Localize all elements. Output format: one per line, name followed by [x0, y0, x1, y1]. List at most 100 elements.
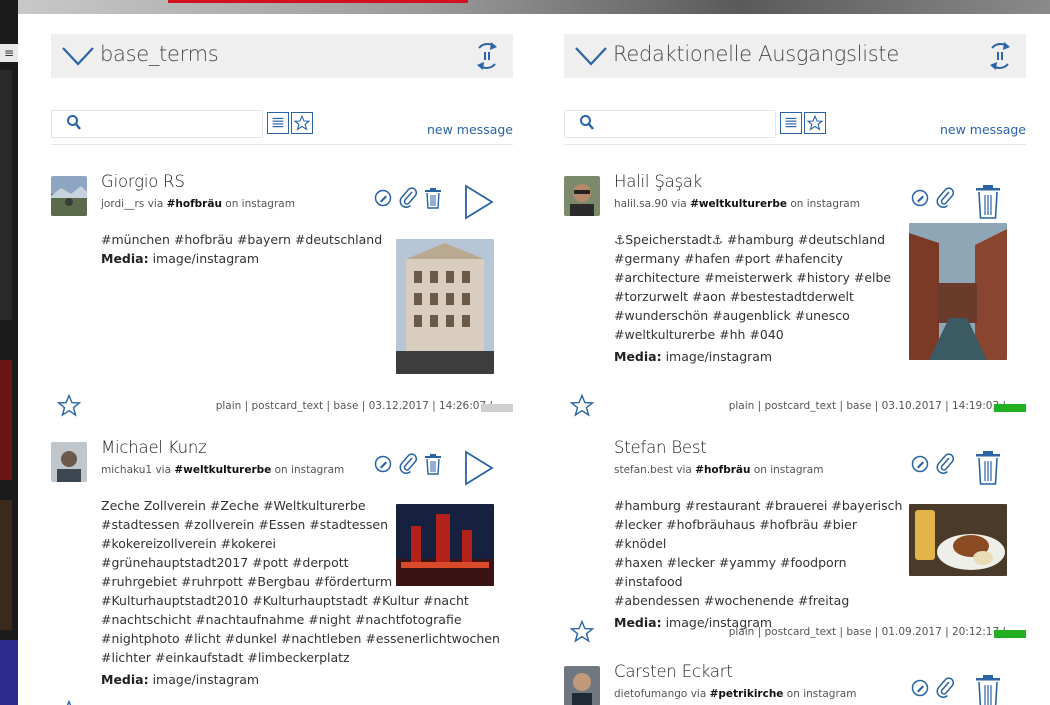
platform-label: on instagram — [786, 688, 857, 700]
attachment-icon[interactable] — [935, 453, 955, 475]
new-message-link[interactable]: new message — [940, 122, 1026, 137]
author-name[interactable]: Carsten Eckart — [614, 662, 733, 681]
background-image-fragment — [0, 500, 12, 630]
trash-icon[interactable] — [975, 450, 1001, 486]
author-handle[interactable]: dietofumango — [614, 688, 687, 700]
post-text-line: #weltkulturerbe #hh #040 — [614, 327, 784, 342]
post-card: Giorgio RS jordi__rs via #hofbräu on ins… — [51, 172, 513, 417]
avatar — [51, 176, 87, 216]
new-message-link[interactable]: new message — [427, 122, 513, 137]
author-source: michaku1 via #weltkulturerbe on instagra… — [101, 464, 344, 476]
via-label: via — [147, 198, 164, 210]
play-send-icon[interactable] — [464, 450, 494, 486]
search-icon[interactable] — [579, 114, 595, 132]
trash-icon[interactable] — [424, 453, 442, 475]
search-input[interactable] — [88, 113, 257, 135]
attachment-icon[interactable] — [398, 453, 418, 475]
edit-icon[interactable] — [910, 188, 930, 208]
via-label: via — [671, 198, 687, 210]
column-title: Redaktionelle Ausgangsliste — [613, 42, 899, 66]
post-text-line: #wunderschön #augenblick #unesco — [614, 308, 850, 323]
post-text: #münchen #hofbräu #bayern #deutschland M… — [101, 230, 391, 268]
edit-icon[interactable] — [910, 454, 930, 474]
author-source: jordi__rs via #hofbräu on instagram — [101, 198, 295, 210]
author-handle[interactable]: halil.sa.90 — [614, 198, 668, 210]
post-text-line: #haxen #lecker #yammy #foodporn #instafo… — [614, 555, 847, 589]
post-text-line: #nachtschicht #nachtaufnahme #night #nac… — [101, 612, 462, 627]
hamburger-menu-icon[interactable]: ≡ — [0, 44, 18, 62]
post-text-line: #germany #hafen #port #hafencity — [614, 251, 843, 266]
favorites-view-icon[interactable] — [804, 112, 826, 134]
author-name[interactable]: Giorgio RS — [101, 172, 185, 191]
post-text-line: #abendessen #wochenende #freitag — [614, 593, 850, 608]
attachment-icon[interactable] — [935, 187, 955, 209]
post-text: #hamburg #restaurant #brauerei #bayerisc… — [614, 496, 904, 632]
platform-label: on instagram — [790, 198, 860, 210]
edit-icon[interactable] — [373, 454, 393, 474]
star-icon[interactable] — [57, 700, 81, 705]
play-send-icon[interactable] — [464, 184, 494, 220]
post-image[interactable] — [909, 504, 1007, 576]
view-toggle-group — [780, 112, 828, 136]
search-icon[interactable] — [66, 114, 82, 132]
column-header: base_terms — [51, 34, 513, 78]
attachment-icon[interactable] — [935, 677, 955, 699]
source-hashtag[interactable]: #hofbräu — [167, 198, 222, 210]
post-image[interactable] — [396, 504, 494, 586]
star-icon[interactable] — [570, 620, 594, 644]
search-input[interactable] — [601, 113, 770, 135]
source-hashtag[interactable]: #petrikirche — [710, 688, 784, 700]
card-actions — [910, 666, 1001, 705]
stream-column-redaktionelle-ausgangsliste: Redaktionelle Ausgangsliste new message … — [564, 14, 1026, 705]
platform-label: on instagram — [225, 198, 295, 210]
trash-icon[interactable] — [975, 184, 1001, 220]
author-source: halil.sa.90 via #weltkulturerbe on insta… — [614, 198, 860, 210]
chevron-down-icon[interactable] — [574, 44, 608, 68]
author-name[interactable]: Halil Şaşak — [614, 172, 702, 191]
via-label: via — [676, 464, 692, 476]
post-text-line: #nightphoto #licht #dunkel #nachtleben #… — [101, 631, 500, 646]
avatar — [51, 442, 87, 482]
author-name[interactable]: Michael Kunz — [101, 438, 207, 457]
edit-icon[interactable] — [910, 678, 930, 698]
trash-icon[interactable] — [424, 187, 442, 209]
post-image[interactable] — [396, 239, 494, 374]
author-source: dietofumango via #petrikirche on instagr… — [614, 688, 856, 700]
list-view-icon[interactable] — [267, 112, 289, 134]
edit-icon[interactable] — [373, 188, 393, 208]
post-text-line: #architecture #meisterwerk #history #elb… — [614, 270, 892, 285]
author-handle[interactable]: jordi__rs — [101, 198, 144, 210]
favorites-view-icon[interactable] — [291, 112, 313, 134]
author-handle[interactable]: stefan.best — [614, 464, 673, 476]
refresh-icon[interactable] — [984, 39, 1016, 73]
divider — [564, 144, 1026, 145]
status-indicator — [994, 630, 1026, 638]
left-app-strip: ≡ — [0, 0, 18, 705]
author-handle[interactable]: michaku1 — [101, 464, 152, 476]
media-info: Media: image/instagram — [614, 347, 904, 366]
media-label: Media: — [101, 672, 149, 687]
post-image[interactable] — [909, 223, 1007, 360]
search-box — [564, 110, 776, 138]
author-name[interactable]: Stefan Best — [614, 438, 707, 457]
star-icon[interactable] — [57, 394, 81, 418]
chevron-down-icon[interactable] — [61, 44, 95, 68]
refresh-icon[interactable] — [471, 39, 503, 73]
author-source: stefan.best via #hofbräu on instagram — [614, 464, 823, 476]
platform-label: on instagram — [274, 464, 345, 476]
source-hashtag[interactable]: #weltkulturerbe — [174, 464, 271, 476]
source-hashtag[interactable]: #hofbräu — [695, 464, 750, 476]
post-text-line: #münchen #hofbräu #bayern #deutschland — [101, 232, 383, 247]
avatar — [564, 666, 600, 705]
source-hashtag[interactable]: #weltkulturerbe — [690, 198, 787, 210]
status-indicator — [994, 404, 1026, 412]
star-icon[interactable] — [570, 394, 594, 418]
attachment-icon[interactable] — [398, 187, 418, 209]
search-box — [51, 110, 263, 138]
post-meta: plain | postcard_text | base | 03.10.201… — [728, 400, 1006, 412]
card-footer: plain | postcard_text | base | 01.09.201… — [564, 620, 1026, 646]
trash-icon[interactable] — [975, 674, 1001, 705]
stream-column-base-terms: base_terms new message Giorgio RS jordi_… — [51, 14, 513, 705]
post-text-line: #lecker #hofbräuhaus #hofbräu #bier #knö… — [614, 517, 857, 551]
list-view-icon[interactable] — [780, 112, 802, 134]
